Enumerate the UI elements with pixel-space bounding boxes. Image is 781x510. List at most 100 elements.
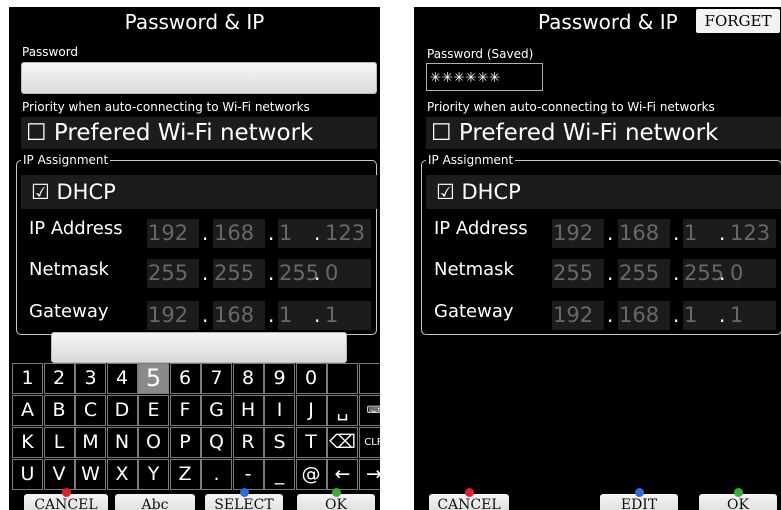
- key-G[interactable]: G: [201, 395, 232, 426]
- key-Q[interactable]: Q: [201, 427, 232, 458]
- key-_[interactable]: _: [264, 459, 295, 490]
- arrow-right-icon[interactable]: →: [358, 459, 380, 490]
- blank-key[interactable]: [358, 363, 380, 394]
- blue-badge-icon: [240, 488, 249, 497]
- netmask-octet-4[interactable]: 0: [324, 259, 371, 288]
- netmask-octet-2[interactable]: 255: [213, 259, 265, 288]
- key-S[interactable]: S: [264, 427, 295, 458]
- key-H[interactable]: H: [232, 395, 264, 426]
- dot-separator: .: [268, 221, 275, 245]
- arrow-left-icon[interactable]: ←: [327, 459, 358, 490]
- cancel-label: CANCEL: [437, 497, 501, 510]
- netmask-octet-2[interactable]: 255: [618, 259, 670, 288]
- ip-octet-4[interactable]: 123: [324, 219, 371, 248]
- abc-button[interactable]: Abc: [115, 494, 195, 510]
- netmask-label: Netmask: [434, 259, 514, 280]
- key-8[interactable]: 8: [232, 363, 264, 394]
- blank-key[interactable]: [327, 363, 358, 394]
- key-@[interactable]: @: [295, 459, 327, 490]
- key-M[interactable]: M: [75, 427, 106, 458]
- netmask-label: Netmask: [29, 259, 109, 280]
- key-.[interactable]: .: [201, 459, 232, 490]
- ok-button[interactable]: OK: [699, 488, 777, 510]
- key-V[interactable]: V: [43, 459, 75, 490]
- key-9[interactable]: 9: [264, 363, 295, 394]
- priority-label: Priority when auto-connecting to Wi-Fi n…: [427, 100, 715, 114]
- key-F[interactable]: F: [169, 395, 201, 426]
- key-Z[interactable]: Z: [169, 459, 201, 490]
- select-button[interactable]: SELECT: [205, 488, 283, 510]
- ip-octet-1[interactable]: 192: [552, 219, 604, 248]
- ip-assignment-legend: IP Assignment: [21, 153, 111, 167]
- dot-separator: .: [202, 221, 209, 245]
- password-value[interactable]: ✳✳✳✳✳✳: [426, 63, 543, 91]
- key-Y[interactable]: Y: [138, 459, 169, 490]
- dot-separator: .: [607, 221, 614, 245]
- ok-button[interactable]: OK: [297, 488, 375, 510]
- key-6[interactable]: 6: [169, 363, 201, 394]
- key-I[interactable]: I: [264, 395, 295, 426]
- netmask-octet-1[interactable]: 255: [552, 259, 604, 288]
- key-3[interactable]: 3: [75, 363, 106, 394]
- key-4[interactable]: 4: [106, 363, 138, 394]
- key-T[interactable]: T: [295, 427, 327, 458]
- key--[interactable]: -: [232, 459, 264, 490]
- key-C[interactable]: C: [75, 395, 106, 426]
- netmask-octet-4[interactable]: 0: [729, 259, 776, 288]
- key-K[interactable]: K: [12, 427, 43, 458]
- key-U[interactable]: U: [12, 459, 43, 490]
- key-R[interactable]: R: [232, 427, 264, 458]
- dot-separator: .: [719, 303, 726, 327]
- ip-address-label: IP Address: [434, 218, 528, 239]
- edit-button[interactable]: EDIT: [600, 488, 678, 510]
- key-D[interactable]: D: [106, 395, 138, 426]
- ip-octet-2[interactable]: 168: [618, 219, 670, 248]
- gateway-octet-1[interactable]: 192: [552, 301, 604, 330]
- title-bar: Password & IP: [9, 7, 380, 37]
- gateway-octet-2[interactable]: 168: [618, 301, 670, 330]
- dot-separator: .: [673, 261, 680, 285]
- ip-octet-4[interactable]: 123: [729, 219, 776, 248]
- space-key-icon[interactable]: ␣: [327, 395, 358, 426]
- red-badge-icon: [465, 488, 474, 497]
- gateway-octet-1[interactable]: 192: [147, 301, 199, 330]
- gateway-octet-4[interactable]: 1: [729, 301, 776, 330]
- forget-button[interactable]: FORGET: [696, 9, 780, 33]
- dhcp-checkbox[interactable]: ☑ DHCP: [21, 175, 377, 209]
- key-W[interactable]: W: [75, 459, 106, 490]
- key-B[interactable]: B: [43, 395, 75, 426]
- green-badge-icon: [734, 488, 743, 497]
- backspace-icon[interactable]: ⌫: [327, 427, 358, 458]
- ok-label: OK: [325, 497, 347, 510]
- key-P[interactable]: P: [169, 427, 201, 458]
- cancel-button[interactable]: CANCEL: [24, 488, 108, 510]
- clear-key[interactable]: CLR: [358, 427, 380, 458]
- key-0[interactable]: 0: [295, 363, 327, 394]
- password-input[interactable]: [21, 62, 377, 94]
- gateway-octet-2[interactable]: 168: [213, 301, 265, 330]
- key-X[interactable]: X: [106, 459, 138, 490]
- key-L[interactable]: L: [43, 427, 75, 458]
- netmask-octet-1[interactable]: 255: [147, 259, 199, 288]
- keyboard-text-preview[interactable]: [51, 332, 347, 363]
- ip-octet-2[interactable]: 168: [213, 219, 265, 248]
- key-5[interactable]: 5: [138, 363, 169, 394]
- key-7[interactable]: 7: [201, 363, 232, 394]
- key-E[interactable]: E: [138, 395, 169, 426]
- key-N[interactable]: N: [106, 427, 138, 458]
- dot-separator: .: [607, 303, 614, 327]
- key-1[interactable]: 1: [12, 363, 43, 394]
- ip-octet-1[interactable]: 192: [147, 219, 199, 248]
- cancel-button[interactable]: CANCEL: [429, 488, 509, 510]
- gateway-octet-4[interactable]: 1: [324, 301, 371, 330]
- title-bar: Password & IP FORGET: [414, 7, 781, 37]
- dhcp-checkbox[interactable]: ☑ DHCP: [426, 175, 781, 209]
- key-J[interactable]: J: [295, 395, 327, 426]
- key-2[interactable]: 2: [43, 363, 75, 394]
- preferred-network-checkbox[interactable]: ☐ Prefered Wi-Fi network: [426, 117, 781, 149]
- keyboard-switch-icon[interactable]: ⌨: [358, 395, 380, 426]
- red-badge-icon: [62, 488, 71, 497]
- preferred-network-checkbox[interactable]: ☐ Prefered Wi-Fi network: [21, 117, 377, 149]
- key-A[interactable]: A: [12, 395, 43, 426]
- key-O[interactable]: O: [138, 427, 169, 458]
